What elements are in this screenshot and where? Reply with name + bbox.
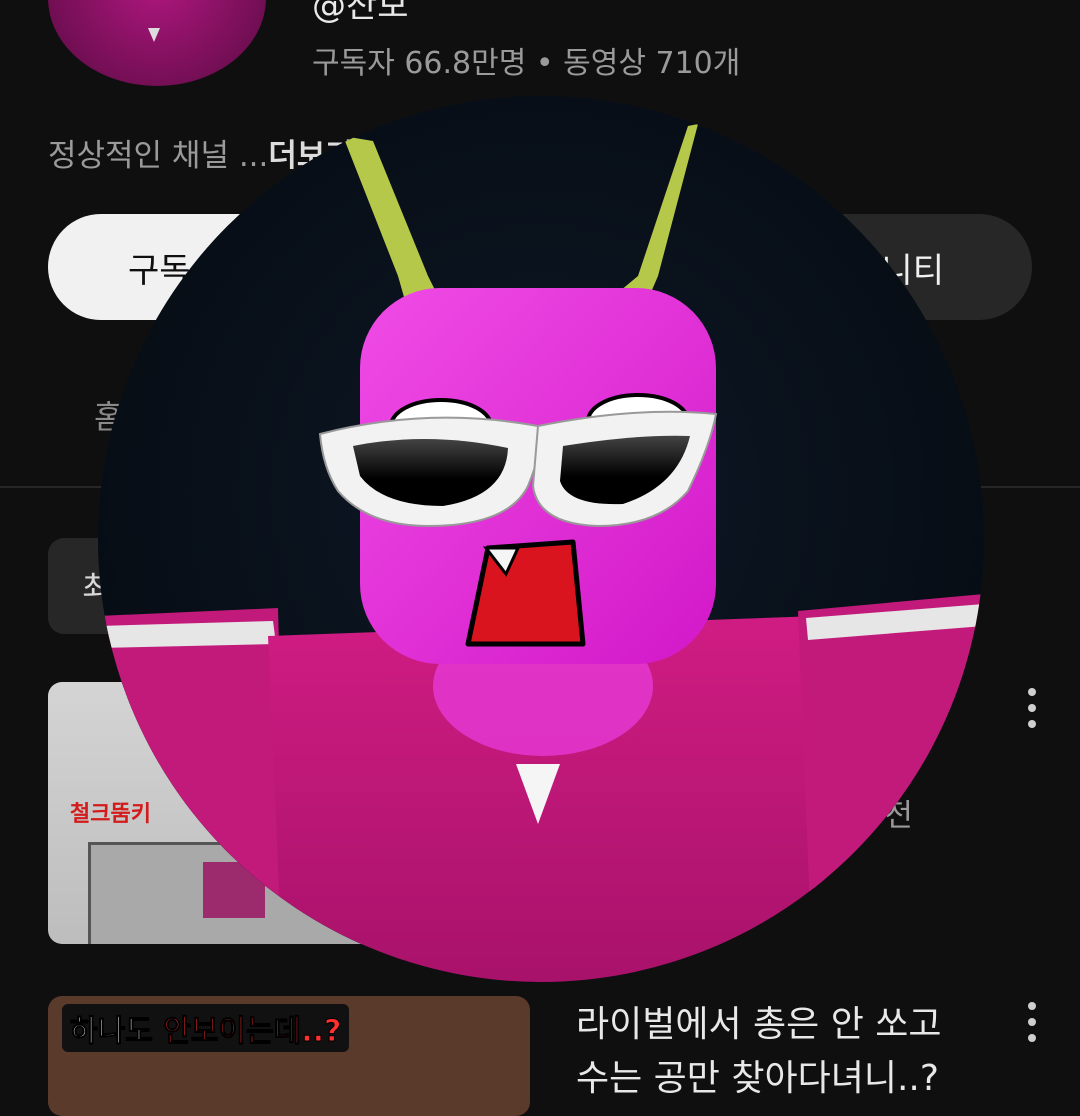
thumbnail-caption: 철크뚬키 <box>70 802 151 827</box>
profile-picture-enlarged <box>98 96 984 982</box>
video-thumbnail[interactable]: 하나도 안보이는데..? <box>48 996 530 1116</box>
more-vert-icon[interactable] <box>1028 688 1036 728</box>
avatar-shirt-mark <box>148 28 160 42</box>
channel-handle: @찬보 <box>312 0 409 26</box>
avatar-illustration <box>98 96 984 982</box>
description-text: 정상적인 채널 ... <box>48 138 269 174</box>
thumbnail-caption: 하나도 안보이는데..? <box>62 1004 350 1052</box>
subscriber-count: 구독자 66.8만명 <box>312 46 527 81</box>
channel-avatar[interactable] <box>48 0 266 86</box>
stats-separator: • <box>535 46 554 81</box>
more-vert-icon[interactable] <box>1028 1002 1036 1042</box>
video-count: 동영상 710개 <box>563 46 741 81</box>
channel-stats: 구독자 66.8만명 • 동영상 710개 <box>312 38 740 82</box>
mouth <box>465 539 586 647</box>
video-title[interactable]: 라이벌에서 총은 안 쏘고 수는 공만 찾아다녀니..? <box>576 998 986 1106</box>
right-arm <box>798 594 984 982</box>
